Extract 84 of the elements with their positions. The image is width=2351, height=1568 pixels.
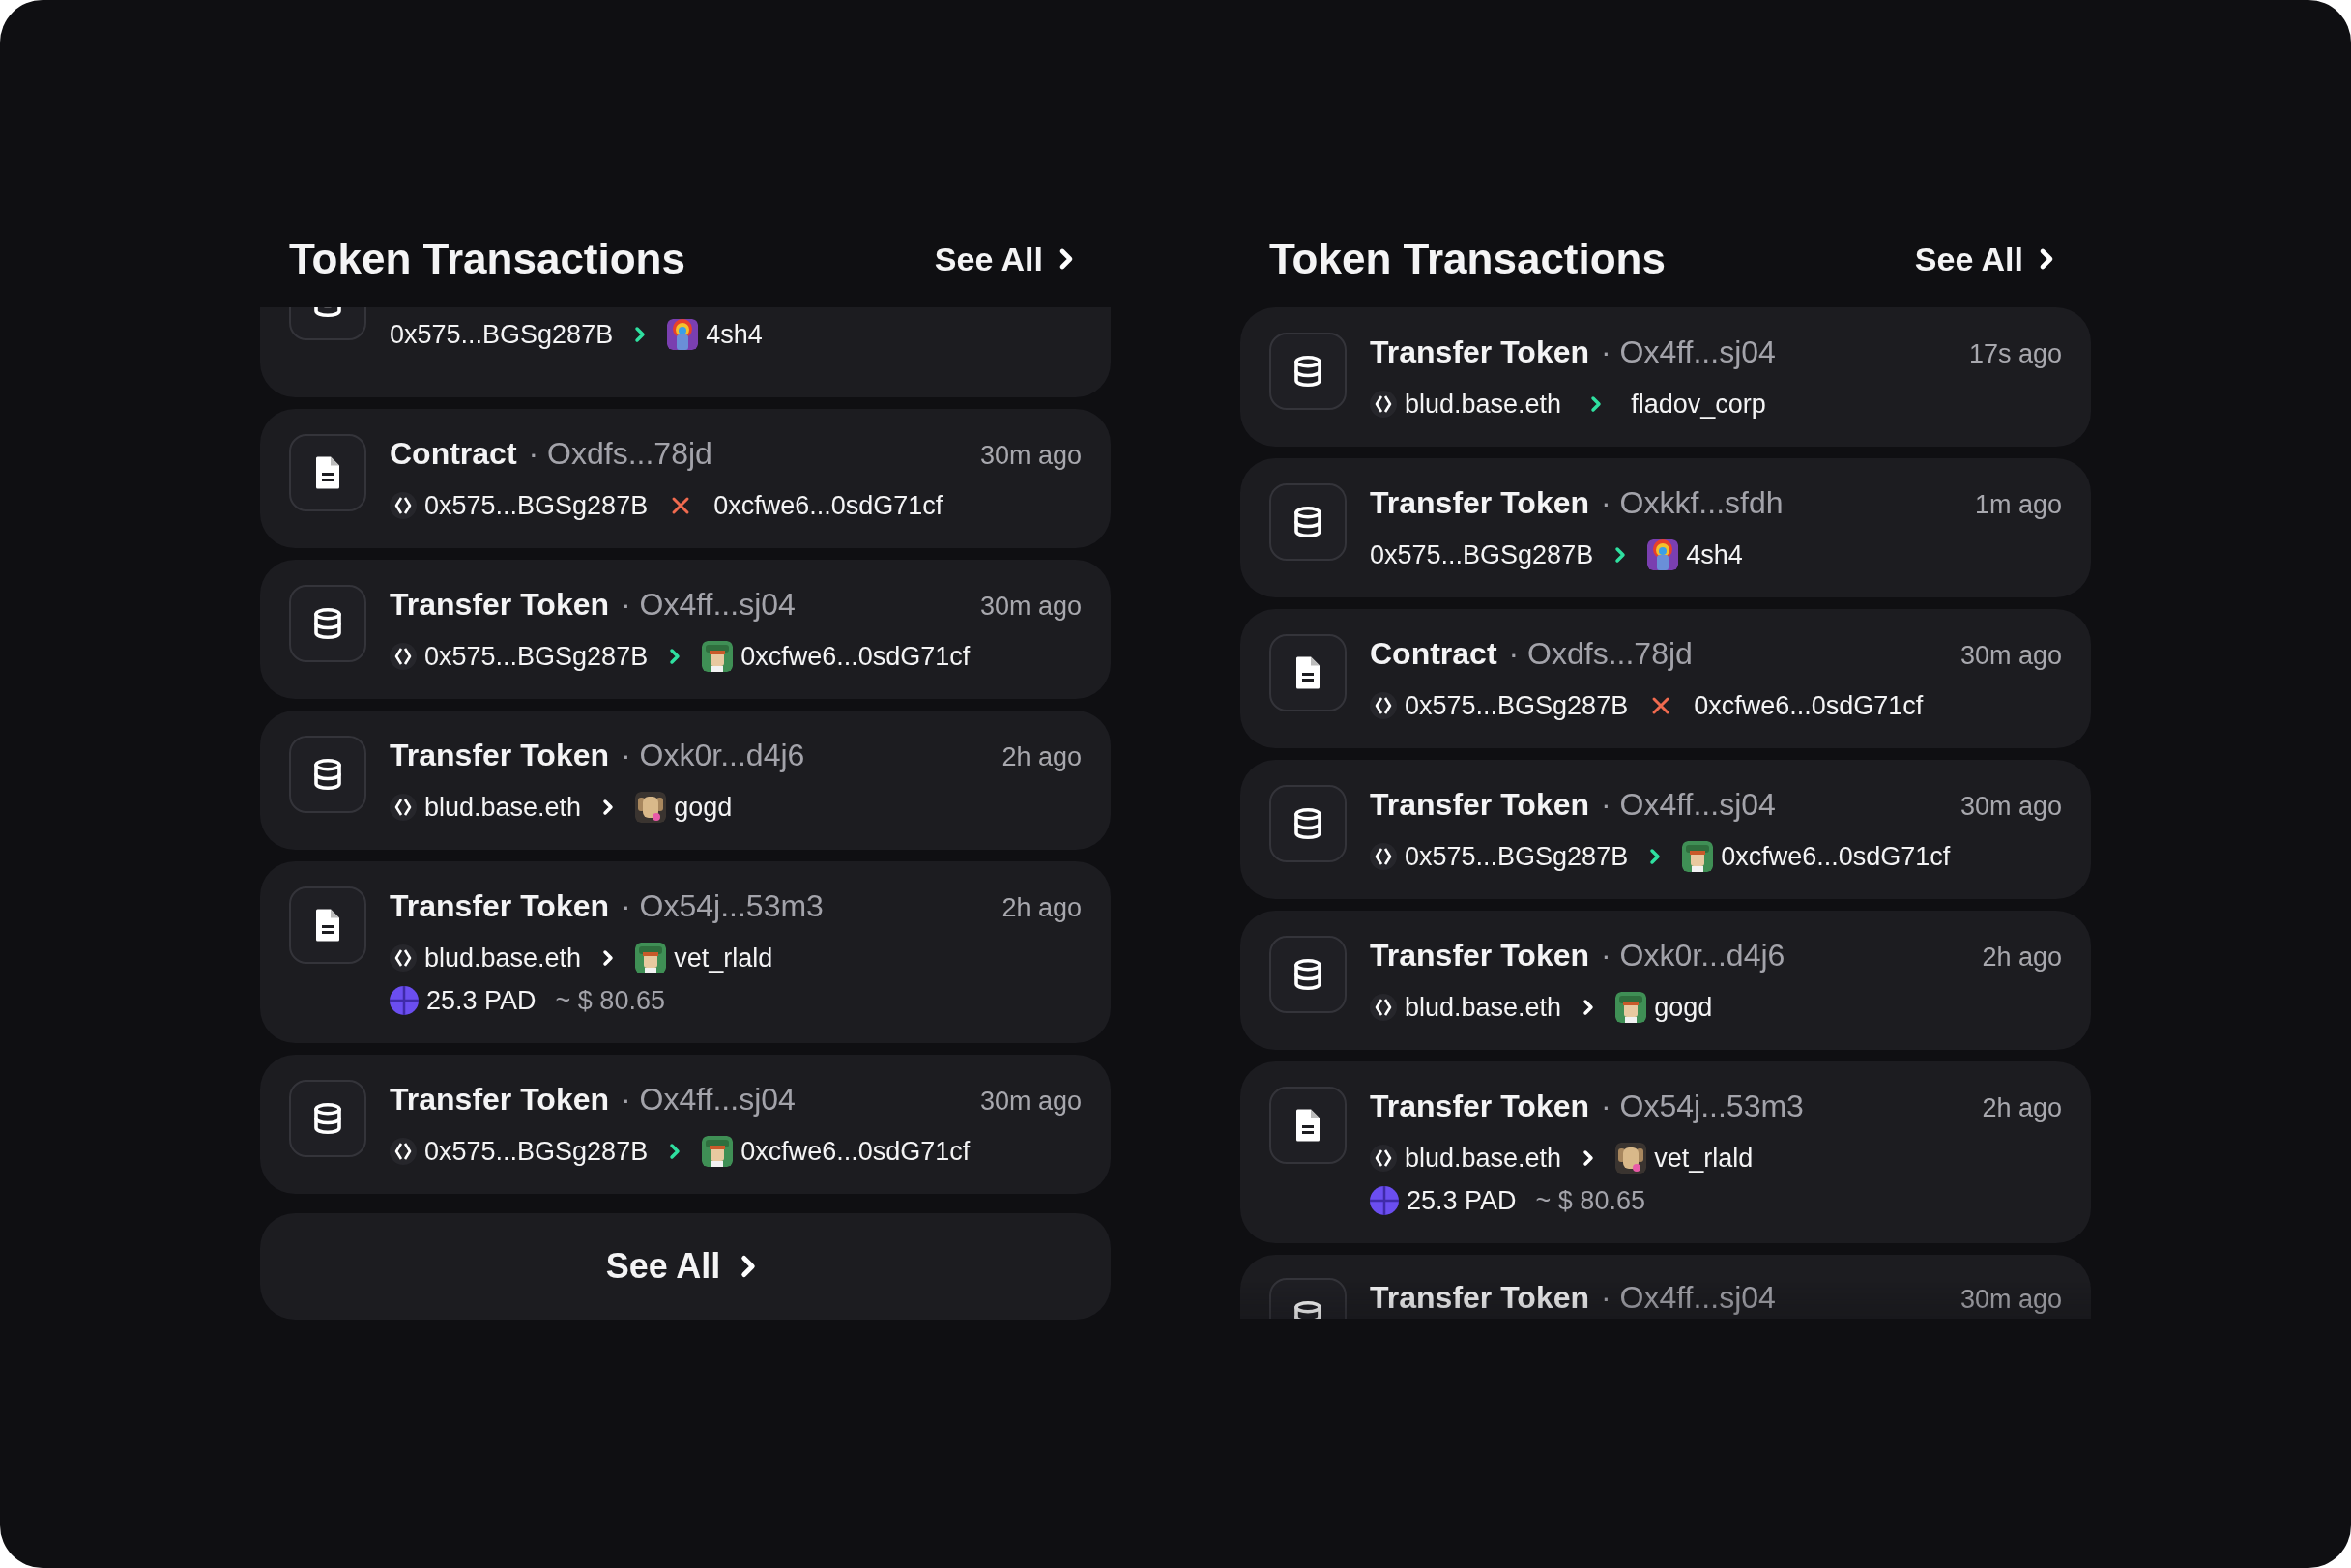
transaction-card[interactable]: Transfer Token · Ox4ff...sj04 30m ago 0x575...BGSg287B 0xcfwe6...0sdG71cf [260, 560, 1111, 699]
transaction-hash: · Ox4ff...sj04 [1601, 334, 1776, 371]
sender-address: blud.base.eth [424, 792, 582, 824]
transaction-hash: · Oxk0r...d4j6 [621, 737, 805, 774]
timestamp: 30m ago [1959, 791, 2062, 823]
sender-address: blud.base.eth [1405, 992, 1562, 1024]
token-icon [390, 986, 419, 1015]
sender-address: 0x575...BGSg287B [390, 319, 614, 351]
transaction-card[interactable]: 0x575...BGSg287B 4sh4 [260, 307, 1111, 397]
timestamp: 30m ago [1959, 1284, 2062, 1316]
transaction-type: Transfer Token [1370, 334, 1590, 371]
timestamp: 17s ago [1968, 338, 2062, 370]
timestamp: 30m ago [979, 591, 1082, 623]
see-all-button[interactable]: See All [260, 1213, 1111, 1320]
timestamp: 2h ago [1001, 741, 1082, 773]
timestamp: 2h ago [1982, 942, 2062, 973]
recipient-address: gogd [1654, 992, 1713, 1024]
sender-address: blud.base.eth [1405, 389, 1562, 421]
transaction-type: Transfer Token [1370, 1279, 1590, 1317]
sender-address: 0x575...BGSg287B [1405, 841, 1629, 873]
timestamp: 2h ago [1982, 1092, 2062, 1124]
recipient-address: 0xcfwe6...0sdG71cf [1694, 690, 1924, 722]
transaction-card[interactable]: Transfer Token · Ox4ff...sj04 30m ago [1240, 1255, 2091, 1319]
recipient-address: 4sh4 [1686, 539, 1743, 571]
transaction-type: Transfer Token [390, 737, 610, 774]
recipient-address: 0xcfwe6...0sdG71cf [740, 1136, 971, 1168]
transaction-type: Transfer Token [1370, 937, 1590, 974]
transaction-card[interactable]: Transfer Token · Ox4ff...sj04 30m ago 0x575...BGSg287B 0xcfwe6...0sdG71cf [1240, 760, 2091, 899]
timestamp: 2h ago [1001, 892, 1082, 924]
transaction-type: Transfer Token [390, 586, 610, 624]
timestamp: 30m ago [979, 1086, 1082, 1118]
transaction-card[interactable]: Transfer Token · Oxkkf...sfdh 1m ago 0x575...BGSg287B 4sh4 [1240, 458, 2091, 597]
transaction-card[interactable]: Contract · Oxdfs...78jd 30m ago 0x575...BGSg287B 0xcfwe6...0sdG71cf [260, 409, 1111, 548]
transaction-type: Contract [1370, 635, 1497, 673]
transaction-card[interactable]: Transfer Token · Ox54j...53m3 2h ago blud.base.eth vet_rlald 25.3 PAD ~ $ 80.65 [260, 861, 1111, 1043]
transaction-type: Contract [390, 435, 517, 473]
see-all-link[interactable]: See All [934, 234, 1082, 284]
transaction-type: Transfer Token [1370, 1088, 1590, 1125]
usd-value: ~ $ 80.65 [555, 985, 665, 1017]
panel-title: Token Transactions [1269, 234, 1666, 284]
recipient-address: vet_rlald [674, 943, 773, 974]
sender-address: 0x575...BGSg287B [424, 641, 649, 673]
recipient-address: gogd [674, 792, 733, 824]
sender-address: 0x575...BGSg287B [1405, 690, 1629, 722]
transaction-card[interactable]: Transfer Token · Oxk0r...d4j6 2h ago blud.base.eth gogd [1240, 911, 2091, 1050]
sender-address: blud.base.eth [424, 943, 582, 974]
sender-address: 0x575...BGSg287B [424, 490, 649, 522]
transaction-hash: · Oxdfs...78jd [528, 435, 712, 473]
recipient-address: 4sh4 [706, 319, 763, 351]
transaction-type: Transfer Token [390, 1081, 610, 1118]
transaction-hash: · Oxdfs...78jd [1508, 635, 1693, 673]
transaction-hash: · Oxk0r...d4j6 [1601, 937, 1785, 974]
timestamp: 30m ago [1959, 640, 2062, 672]
transaction-hash: · Oxkkf...sfdh [1601, 484, 1784, 522]
usd-value: ~ $ 80.65 [1535, 1185, 1645, 1217]
recipient-address: 0xcfwe6...0sdG71cf [1721, 841, 1951, 873]
token-icon [1370, 1186, 1399, 1215]
transaction-type: Transfer Token [390, 887, 610, 925]
transaction-card[interactable]: Transfer Token · Ox4ff...sj04 17s ago blud.base.eth fladov_corp [1240, 307, 2091, 447]
recipient-address: 0xcfwe6...0sdG71cf [713, 490, 943, 522]
sender-address: 0x575...BGSg287B [1370, 539, 1594, 571]
sender-address: 0x575...BGSg287B [424, 1136, 649, 1168]
transaction-hash: · Ox4ff...sj04 [621, 586, 796, 624]
recipient-address: fladov_corp [1631, 389, 1766, 421]
token-amount: 25.3 PAD [1407, 1185, 1517, 1217]
transaction-hash: · Ox4ff...sj04 [1601, 1279, 1776, 1317]
see-all-link[interactable]: See All [1914, 234, 2062, 284]
transaction-card[interactable]: Contract · Oxdfs...78jd 30m ago 0x575...BGSg287B 0xcfwe6...0sdG71cf [1240, 609, 2091, 748]
recipient-address: vet_rlald [1654, 1143, 1754, 1175]
sender-address: blud.base.eth [1405, 1143, 1562, 1175]
transaction-hash: · Ox4ff...sj04 [621, 1081, 796, 1118]
transaction-card[interactable]: Transfer Token · Ox54j...53m3 2h ago blud.base.eth vet_rlald 25.3 PAD ~ $ 80.65 [1240, 1061, 2091, 1243]
transaction-hash: · Ox4ff...sj04 [1601, 786, 1776, 824]
transaction-hash: · Ox54j...53m3 [1601, 1088, 1804, 1125]
transaction-card[interactable]: Transfer Token · Oxk0r...d4j6 2h ago blud.base.eth gogd [260, 711, 1111, 850]
transaction-type: Transfer Token [1370, 786, 1590, 824]
transaction-hash: · Ox54j...53m3 [621, 887, 824, 925]
timestamp: 1m ago [1974, 489, 2062, 521]
transaction-type: Transfer Token [1370, 484, 1590, 522]
panel-title: Token Transactions [289, 234, 685, 284]
transaction-card[interactable]: Transfer Token · Ox4ff...sj04 30m ago 0x575...BGSg287B 0xcfwe6...0sdG71cf [260, 1055, 1111, 1194]
timestamp: 30m ago [979, 440, 1082, 472]
recipient-address: 0xcfwe6...0sdG71cf [740, 641, 971, 673]
token-amount: 25.3 PAD [426, 985, 537, 1017]
